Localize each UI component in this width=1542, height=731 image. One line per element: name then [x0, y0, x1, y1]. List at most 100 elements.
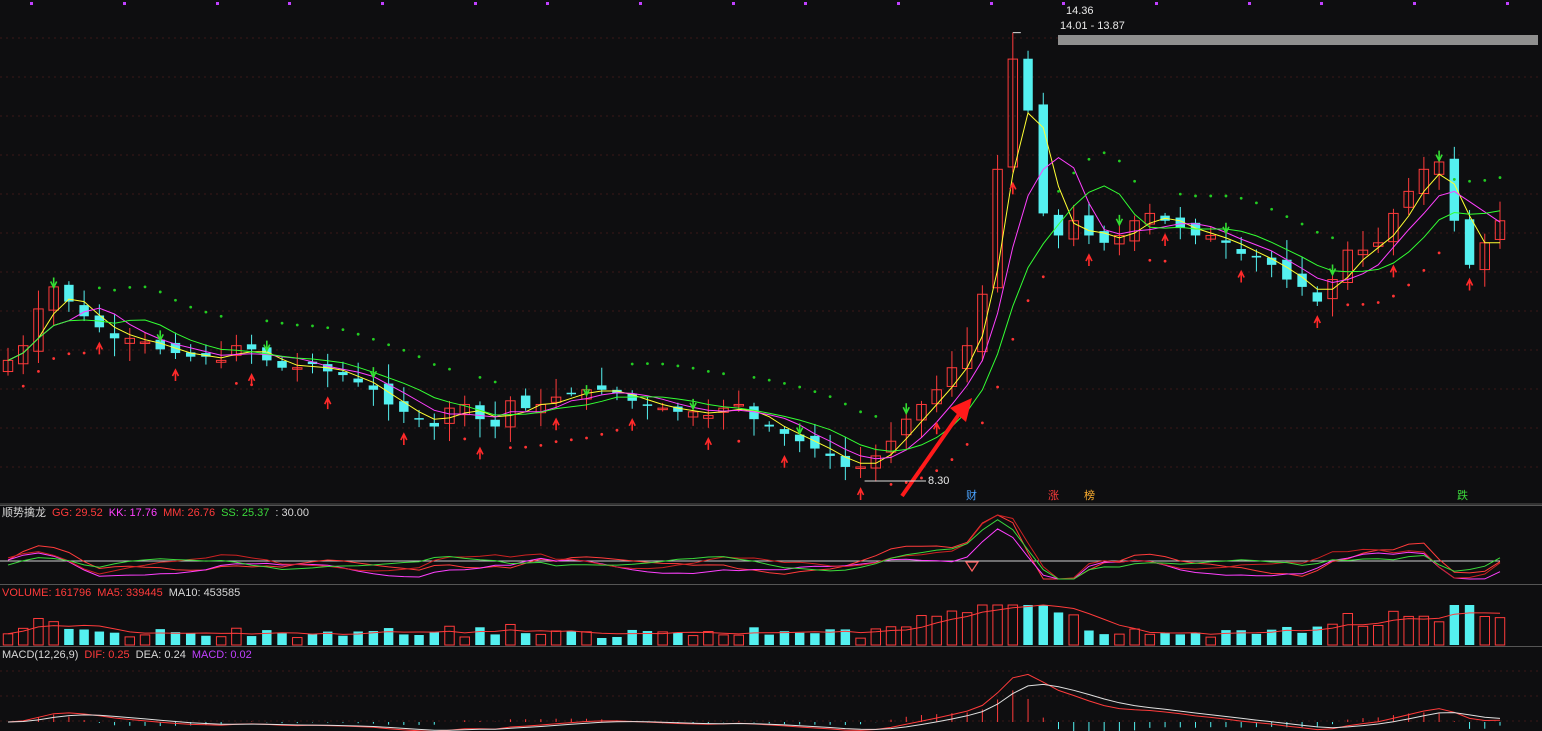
volume-bar	[855, 637, 866, 646]
volume-bar	[779, 631, 790, 645]
sar-dot	[691, 366, 695, 370]
volume-bar	[1114, 633, 1125, 646]
volume-bar	[535, 633, 547, 646]
sar-dot	[463, 437, 467, 441]
sar-dot	[280, 321, 284, 325]
sar-dot	[234, 381, 238, 385]
indicator1-kk: KK: 17.76	[108, 507, 158, 519]
volume-bar	[1433, 621, 1445, 646]
macd-header: MACD(12,26,9) DIF: 0.25 DEA: 0.24 MACD: …	[2, 648, 252, 662]
event-tag-finance[interactable]: 财	[964, 490, 979, 503]
sar-dot	[189, 305, 193, 309]
sar-dot	[752, 375, 756, 379]
candle-body	[109, 333, 120, 339]
volume-bar	[1190, 632, 1201, 645]
volume-bar	[1053, 612, 1064, 645]
sar-dot	[889, 482, 893, 486]
volume-bar	[627, 629, 637, 645]
volume-bar	[277, 633, 287, 645]
volume-bar	[764, 634, 774, 645]
volume-bar	[444, 625, 455, 646]
sar-dot	[1133, 179, 1137, 183]
sar-dot	[341, 328, 345, 332]
volume-bar	[749, 627, 759, 645]
sar-dot	[904, 481, 908, 484]
volume-ma5: MA5: 339445	[97, 587, 163, 599]
sar-dot	[920, 476, 923, 480]
volume-bar	[201, 635, 211, 645]
buy-arrow	[476, 446, 484, 460]
sar-dot	[630, 362, 634, 366]
sar-dot	[356, 332, 360, 336]
sar-dot	[158, 290, 162, 294]
volume-bar	[1494, 617, 1506, 646]
sar-dot	[1452, 178, 1456, 181]
candle-body	[246, 344, 257, 350]
volume-bar	[703, 631, 714, 646]
sar-dot	[37, 370, 40, 373]
sar-dot	[737, 439, 741, 443]
candle-body	[1464, 219, 1475, 265]
volume-bar	[124, 636, 136, 646]
sell-arrow	[902, 403, 910, 416]
top-marker	[123, 2, 126, 5]
high-price-label: 14.36	[1066, 5, 1094, 17]
event-tag-limit-up[interactable]: 涨	[1046, 490, 1061, 503]
top-marker	[639, 2, 642, 5]
sar-dot	[371, 337, 375, 341]
sar-dot	[295, 323, 299, 327]
sar-dot	[600, 432, 604, 436]
top-marker	[381, 2, 384, 5]
buy-arrow	[171, 368, 180, 381]
sell-arrow	[49, 277, 58, 290]
volume-bar	[992, 604, 1003, 646]
indicator1-name: 顺势擒龙	[2, 507, 46, 519]
sar-dot	[478, 375, 482, 379]
volume-bar	[505, 623, 516, 646]
low-price-label: 8.30	[928, 475, 950, 487]
volume-bar	[566, 631, 577, 645]
volume-bar	[550, 630, 562, 646]
sar-dot	[1057, 189, 1060, 193]
macd-name: MACD(12,26,9)	[2, 649, 79, 661]
candle-body	[566, 392, 577, 395]
candle-body	[764, 424, 774, 427]
sar-dot	[706, 370, 710, 373]
volume-bar	[1388, 610, 1399, 646]
volume-bar	[1342, 612, 1353, 646]
top-marker	[1413, 2, 1416, 5]
sar-dot	[1437, 251, 1441, 255]
volume-bar	[1007, 604, 1019, 646]
sar-dot	[1300, 222, 1304, 226]
volume-bar	[794, 632, 805, 645]
top-marker	[732, 2, 735, 5]
volume-bar	[1297, 632, 1307, 645]
buy-arrow	[1161, 233, 1169, 246]
sar-dot	[1239, 196, 1243, 200]
price-panel[interactable]	[0, 0, 1542, 505]
indicator1-gg: GG: 29.52	[52, 507, 103, 519]
sar-dot	[311, 324, 314, 328]
sar-dot	[539, 443, 543, 447]
macd-dif: DIF: 0.25	[84, 649, 130, 661]
buy-arrow	[628, 417, 636, 431]
indicator1-level: : 30.00	[275, 507, 310, 519]
candle-body	[642, 404, 653, 406]
sar-dot	[1117, 159, 1121, 163]
candle-body	[429, 422, 440, 427]
buy-arrow	[704, 437, 713, 450]
candle-body	[520, 395, 531, 409]
volume-bar	[459, 636, 470, 646]
candle-body	[414, 418, 424, 420]
event-tag-limit-down[interactable]: 跌	[1455, 490, 1470, 503]
volume-bar	[885, 626, 897, 646]
sar-dot	[509, 446, 512, 450]
volume-bar	[246, 636, 257, 645]
buy-arrow	[1313, 315, 1322, 328]
volume-bar	[1038, 605, 1048, 645]
buy-arrow	[400, 432, 408, 445]
top-marker	[897, 2, 900, 5]
volume-bar	[155, 629, 165, 645]
sar-dot	[1407, 283, 1411, 287]
event-tag-board[interactable]: 榜	[1082, 490, 1097, 503]
